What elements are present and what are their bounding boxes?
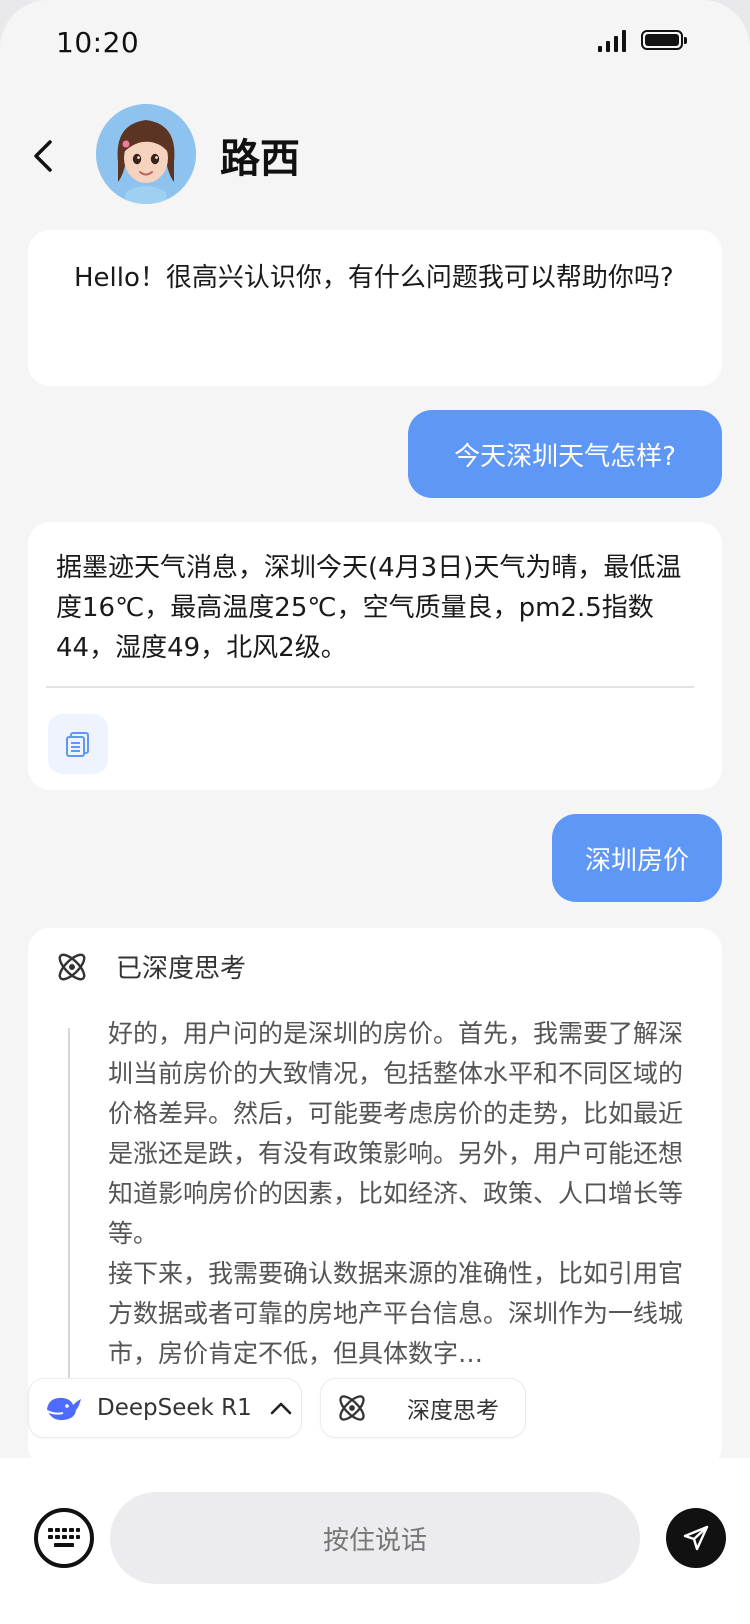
keyboard-toggle-button[interactable] <box>34 1508 94 1568</box>
think-header[interactable]: 已深度思考 <box>54 948 246 985</box>
user-message-weather: 今天深圳天气怎样? <box>408 410 722 498</box>
divider <box>46 686 694 688</box>
deep-think-label: 深度思考 <box>407 1398 499 1424</box>
copy-icon <box>66 732 89 757</box>
message-text: Hello！很高兴认识你，有什么问题我可以帮助你吗? <box>74 263 674 293</box>
cellular-signal-icon <box>598 30 628 52</box>
think-quote-bar <box>68 1028 70 1388</box>
avatar[interactable] <box>96 104 196 204</box>
think-label: 已深度思考 <box>116 954 247 984</box>
deep-think-toggle[interactable]: 深度思考 <box>320 1378 526 1438</box>
assistant-message-weather: 据墨迹天气消息，深圳今天(4月3日)天气为晴，最低温度16℃，最高温度25℃，空… <box>28 522 722 790</box>
chevron-up-icon <box>270 1402 292 1415</box>
atom-icon <box>339 1395 365 1421</box>
deepseek-logo-icon <box>46 1397 81 1421</box>
input-bar: 按住说话 <box>0 1458 750 1624</box>
model-label: DeepSeek R1 <box>97 1395 252 1421</box>
send-button[interactable] <box>666 1508 726 1568</box>
status-time: 10:20 <box>56 26 140 59</box>
assistant-message-greeting: Hello！很高兴认识你，有什么问题我可以帮助你吗? <box>28 230 722 386</box>
back-arrow-icon[interactable] <box>28 136 60 176</box>
chat-screen: 10:20 路西 Hello！很高兴认识你，有什么问题我可以帮助你吗? 今天深圳… <box>0 0 750 1624</box>
copy-button[interactable] <box>48 714 108 774</box>
contact-name: 路西 <box>220 136 300 182</box>
send-icon <box>683 1525 709 1551</box>
model-selector[interactable]: DeepSeek R1 <box>28 1378 302 1438</box>
hold-to-talk-button[interactable]: 按住说话 <box>110 1492 640 1584</box>
battery-icon <box>641 30 687 50</box>
keyboard-icon <box>48 1528 80 1547</box>
atom-icon <box>58 953 86 980</box>
think-text: 好的，用户问的是深圳的房价。首先，我需要了解深圳当前房价的大致情况，包括整体水平… <box>108 1019 684 1368</box>
user-message-price: 深圳房价 <box>552 814 722 902</box>
message-text: 据墨迹天气消息，深圳今天(4月3日)天气为晴，最低温度16℃，最高温度25℃，空… <box>56 553 682 663</box>
